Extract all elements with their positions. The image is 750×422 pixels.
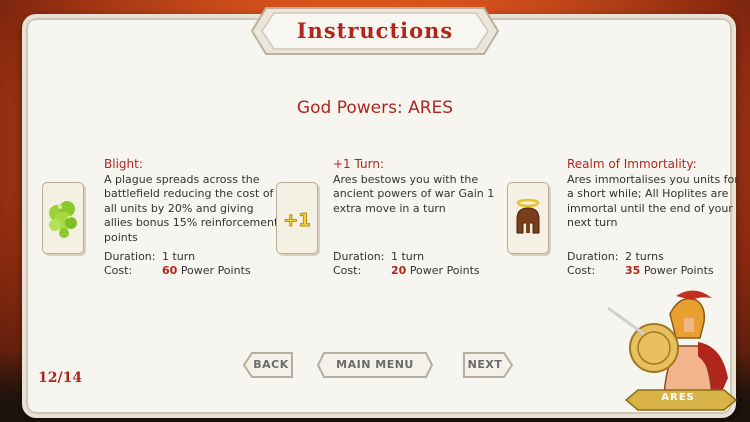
duration-row: Duration: 2 turns (567, 250, 742, 264)
cost-row: Cost: 60 Power Points (104, 264, 279, 278)
cost-amount: 20 (391, 264, 407, 277)
duration-value: 1 turn (391, 250, 425, 263)
back-button-label[interactable]: BACK (248, 351, 294, 379)
next-button-label[interactable]: NEXT (462, 351, 508, 379)
duration-label: Duration: (333, 250, 385, 263)
main-menu-button-label[interactable]: MAIN MENU (316, 351, 434, 379)
cost-unit: Power Points (643, 264, 714, 277)
duration-value: 2 turns (625, 250, 664, 263)
power-plus-one-turn: +1 Turn: Ares bestows you with the ancie… (333, 157, 508, 277)
duration-row: Duration: 1 turn (104, 250, 279, 264)
power-name: +1 Turn: (333, 157, 384, 171)
god-powers-heading: God Powers: ARES (296, 98, 454, 118)
power-blight: Blight: A plague spreads across the batt… (104, 157, 279, 277)
cost-unit: Power Points (409, 264, 480, 277)
cost-amount: 35 (625, 264, 641, 277)
power-name: Blight: (104, 157, 143, 171)
blight-card (42, 182, 84, 254)
plus-one-icon: +1 (283, 210, 312, 232)
power-name: Realm of Immortality: (567, 157, 697, 171)
power-description: Ares bestows you with the ancient powers… (333, 172, 495, 215)
realm-of-immortality-card (507, 182, 549, 254)
duration-value: 1 turn (162, 250, 196, 263)
plus-one-turn-card: +1 (276, 182, 318, 254)
page-title: Instructions (296, 18, 454, 43)
ares-figure-icon (607, 290, 728, 397)
duration-label: Duration: (104, 250, 156, 263)
cost-amount: 60 (162, 264, 178, 277)
cost-row: Cost: 20 Power Points (333, 264, 508, 278)
cost-label: Cost: (567, 264, 596, 277)
power-description: A plague spreads across the battlefield … (104, 172, 279, 244)
duration-row: Duration: 1 turn (333, 250, 508, 264)
cost-label: Cost: (333, 264, 362, 277)
cost-unit: Power Points (180, 264, 251, 277)
plague-cloud-icon (49, 201, 77, 238)
page-indicator: 12/14 (38, 370, 83, 386)
hero-name-banner: ARES (661, 392, 695, 403)
duration-label: Duration: (567, 250, 619, 263)
haloed-helmet-icon (516, 198, 540, 234)
power-description: Ares immortalises you units for a short … (567, 172, 739, 230)
cost-label: Cost: (104, 264, 133, 277)
power-realm-of-immortality: Realm of Immortality: Ares immortalises … (567, 157, 742, 277)
plus-one-text: +1 (283, 210, 311, 231)
cost-row: Cost: 35 Power Points (567, 264, 742, 278)
